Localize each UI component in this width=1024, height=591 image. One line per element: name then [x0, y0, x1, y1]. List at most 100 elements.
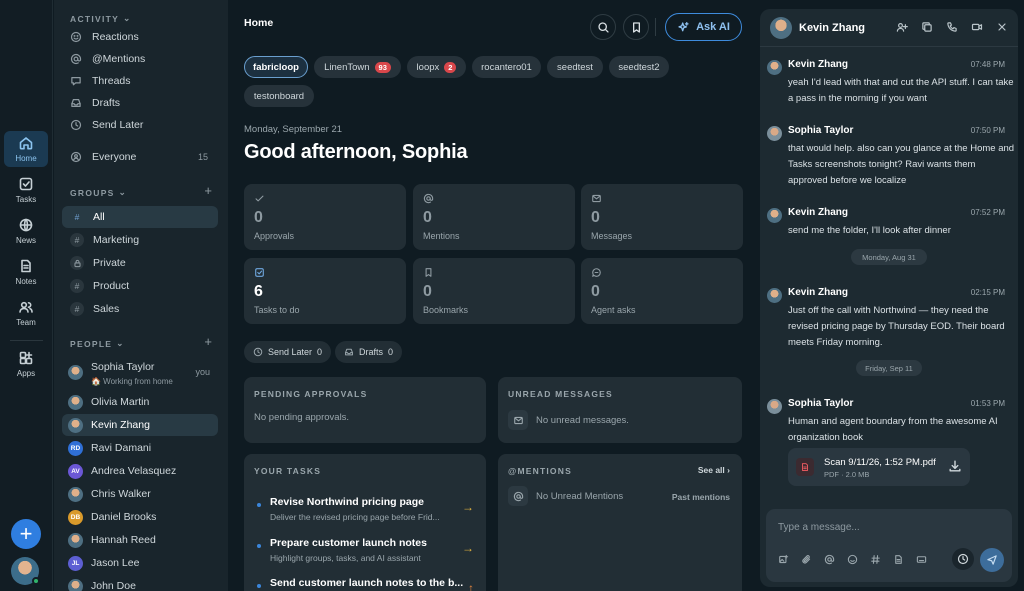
stat-tasks[interactable]: 6 Tasks to do: [244, 258, 406, 324]
stat-label: Tasks to do: [254, 305, 300, 315]
workspace-chip[interactable]: testonboard: [244, 85, 314, 107]
sidebar-item-mentions[interactable]: @Mentions: [62, 48, 218, 70]
person-item[interactable]: Kevin Zhang: [62, 414, 218, 436]
see-all-link[interactable]: See all ›: [698, 465, 730, 475]
stat-agent-asks[interactable]: 0 Agent asks: [581, 258, 743, 324]
avatar: [68, 365, 83, 380]
workspace-label: testonboard: [253, 90, 305, 102]
checkbox-icon: [255, 268, 264, 277]
hash-icon: #: [70, 279, 84, 293]
sidebar-item-send-later[interactable]: Send Later: [62, 114, 218, 136]
user-avatar[interactable]: [11, 557, 40, 585]
globe-icon: [19, 218, 33, 232]
send-later-pill[interactable]: Send Later 0: [244, 341, 332, 363]
activity-section-header[interactable]: ACTIVITY ⌄: [70, 13, 132, 24]
sidebar-item-threads[interactable]: Threads: [62, 70, 218, 92]
person-item[interactable]: DB Daniel Brooks: [62, 506, 218, 528]
sidebar-item-group-all[interactable]: # All: [62, 206, 218, 228]
message-text: Just off the call with Northwind — they …: [788, 305, 1005, 348]
people-section-header[interactable]: PEOPLE ⌄: [70, 338, 125, 349]
sidebar-item-group-product[interactable]: # Product: [62, 275, 218, 297]
task-item[interactable]: Prepare customer launch notes Highlight g…: [244, 535, 486, 571]
send-button[interactable]: [980, 548, 1004, 572]
copy-icon[interactable]: [921, 21, 935, 35]
arrow-right-icon: →: [462, 541, 474, 555]
rail-notes[interactable]: Notes: [4, 254, 48, 290]
person-item[interactable]: Hannah Reed: [62, 529, 218, 551]
file-attachment[interactable]: Scan 9/11/26, 1:52 PM.pdf PDF · 2.0 MB: [788, 448, 970, 486]
person-self[interactable]: Sophia Taylor 🏠 Working from home you: [62, 361, 218, 387]
chevron-down-icon: ⌄: [116, 338, 125, 348]
rail-apps[interactable]: Apps: [4, 346, 48, 382]
chat-contact-name[interactable]: Kevin Zhang: [799, 22, 865, 34]
sidebar-item-group-marketing[interactable]: # Marketing: [62, 229, 218, 251]
stat-approvals[interactable]: 0 Approvals: [244, 184, 406, 250]
person-item[interactable]: Olivia Martin: [62, 391, 218, 413]
hash-icon: #: [74, 212, 80, 222]
hash-icon: #: [70, 233, 84, 247]
app-rail: Home Tasks News Notes Team Apps +: [0, 0, 53, 591]
stat-mentions[interactable]: 0 Mentions: [413, 184, 575, 250]
rail-team[interactable]: Team: [4, 295, 48, 331]
video-icon[interactable]: [971, 21, 985, 35]
workspace-chip[interactable]: rocantero01: [472, 56, 541, 78]
pdf-icon: [796, 458, 814, 476]
ask-ai-button[interactable]: Ask AI: [665, 13, 742, 41]
workspace-chip[interactable]: LinenTown 93: [314, 56, 401, 78]
groups-section-header[interactable]: GROUPS ⌄: [70, 187, 127, 198]
sidebar-item-reactions[interactable]: Reactions: [62, 26, 218, 48]
add-person-icon[interactable]: [896, 21, 910, 35]
search-button[interactable]: [590, 14, 616, 40]
workspace-chip[interactable]: fabricloop: [244, 56, 308, 78]
card-title: PENDING APPROVALS: [254, 389, 368, 399]
sidebar-item-everyone[interactable]: Everyone 15: [62, 146, 218, 168]
download-icon[interactable]: [948, 459, 962, 473]
message-author: Kevin Zhang: [788, 287, 849, 298]
hashtag-icon[interactable]: [870, 554, 882, 566]
workspace-label: seedtest2: [618, 61, 660, 73]
card-title: YOUR TASKS: [254, 466, 322, 476]
message-input[interactable]: Type a message...: [778, 522, 860, 533]
person-item[interactable]: John Doe: [62, 575, 218, 591]
paperclip-icon[interactable]: [801, 554, 813, 566]
workspace-chip[interactable]: seedtest: [547, 56, 603, 78]
rail-news[interactable]: News: [4, 213, 48, 249]
document-icon[interactable]: [893, 554, 905, 566]
sidebar-item-group-sales[interactable]: # Sales: [62, 298, 218, 320]
stat-bookmarks[interactable]: 0 Bookmarks: [413, 258, 575, 324]
task-subtitle: Highlight groups, tasks, and AI assistan…: [270, 553, 421, 563]
message-time: 01:53 PM: [970, 399, 1005, 408]
stat-value: 0: [591, 283, 600, 300]
rail-tasks[interactable]: Tasks: [4, 172, 48, 208]
at-icon: [70, 53, 82, 65]
sidebar-item-drafts[interactable]: Drafts: [62, 92, 218, 114]
stat-messages[interactable]: 0 Messages: [581, 184, 743, 250]
schedule-button[interactable]: [952, 548, 974, 570]
workspace-chip[interactable]: seedtest2: [609, 56, 669, 78]
at-icon[interactable]: [824, 554, 836, 566]
emoji-icon[interactable]: [847, 554, 859, 566]
task-item[interactable]: Revise Northwind pricing page Deliver the…: [244, 494, 486, 530]
drafts-pill[interactable]: Drafts 0: [335, 341, 403, 363]
person-item[interactable]: Chris Walker: [62, 483, 218, 505]
add-person-button[interactable]: +: [204, 334, 212, 349]
everyone-count: 15: [197, 152, 208, 162]
bookmarks-button[interactable]: [623, 14, 649, 40]
person-item[interactable]: RD Ravi Damani: [62, 437, 218, 459]
avatar: [68, 532, 83, 548]
message-author: Sophia Taylor: [788, 398, 854, 409]
past-mentions-link[interactable]: Past mentions: [672, 492, 730, 502]
close-icon[interactable]: [996, 21, 1010, 35]
rail-home[interactable]: Home: [4, 131, 48, 167]
sidebar-item-group-private[interactable]: Private: [62, 252, 218, 274]
person-item[interactable]: JL Jason Lee: [62, 552, 218, 574]
people-icon: [70, 151, 82, 163]
new-button[interactable]: +: [11, 519, 41, 549]
phone-icon[interactable]: [946, 21, 960, 35]
person-item[interactable]: AV Andrea Velasquez: [62, 460, 218, 482]
add-group-button[interactable]: +: [204, 183, 212, 198]
workspace-chip[interactable]: loopx 2: [407, 56, 466, 78]
keyboard-icon[interactable]: [916, 554, 928, 566]
task-item[interactable]: Send customer launch notes to the b... ↑: [244, 575, 486, 591]
image-add-icon[interactable]: [778, 554, 790, 566]
